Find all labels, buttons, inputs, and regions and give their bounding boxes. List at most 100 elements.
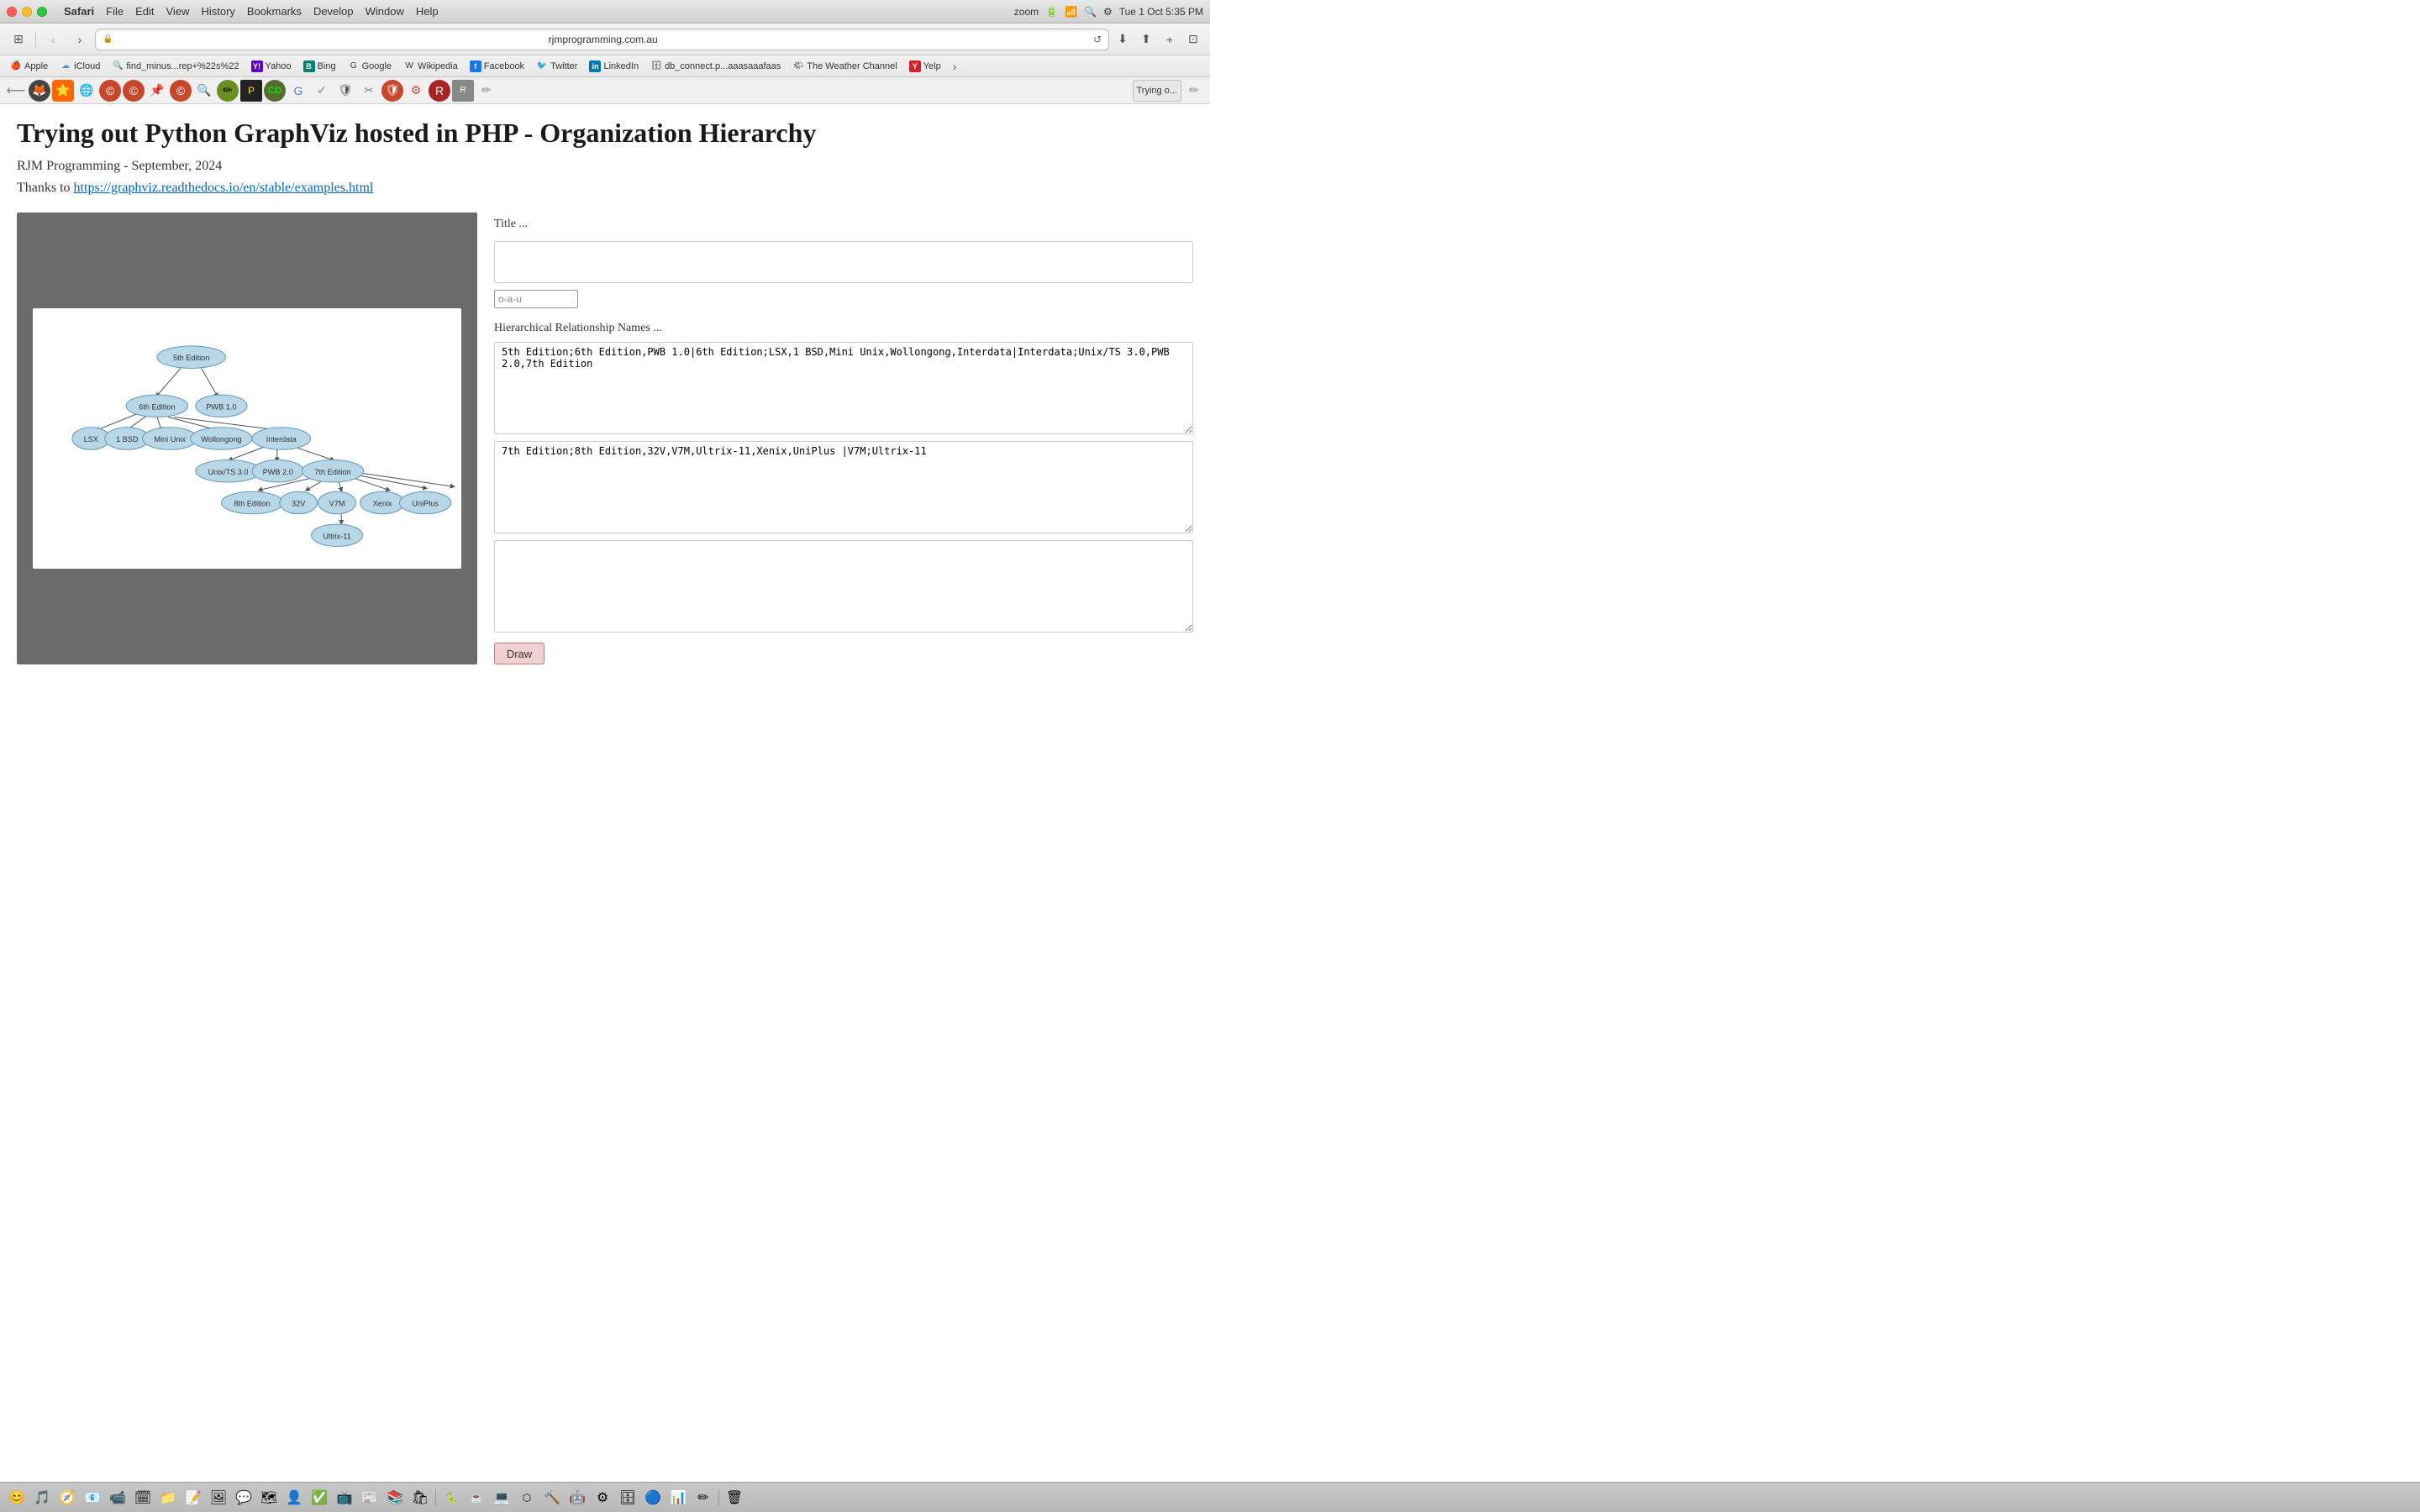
dock-bt[interactable]: 🔵 xyxy=(641,1486,665,1509)
title-small-input[interactable]: o-a-u xyxy=(494,290,578,308)
bookmark-find[interactable]: 🔍 find_minus...rep+%22s%22 xyxy=(107,59,244,74)
ext-18[interactable]: R xyxy=(429,80,450,102)
ext-9[interactable]: ✏ xyxy=(217,80,239,102)
draw-button[interactable]: Draw xyxy=(494,643,544,664)
dock-python[interactable]: 🐍 xyxy=(439,1486,463,1509)
bookmark-yahoo[interactable]: Y! Yahoo xyxy=(246,59,297,74)
ext-20[interactable]: ✏ xyxy=(476,80,497,102)
dock-reminders[interactable]: ✅ xyxy=(308,1486,331,1509)
menu-window[interactable]: Window xyxy=(366,5,404,18)
menu-bookmarks[interactable]: Bookmarks xyxy=(247,5,302,18)
bookmark-linkedin[interactable]: in LinkedIn xyxy=(584,59,644,74)
dock-appstore[interactable]: 🛍 xyxy=(408,1486,432,1509)
hier-textarea-2[interactable] xyxy=(494,441,1193,533)
bookmark-apple[interactable]: 🍎 Apple xyxy=(5,59,53,74)
dock-files[interactable]: 📁 xyxy=(156,1486,180,1509)
dock-java[interactable]: ☕ xyxy=(465,1486,488,1509)
forward-button[interactable]: › xyxy=(68,28,92,51)
menu-view[interactable]: View xyxy=(166,5,190,18)
dock-safari[interactable]: 🧭 xyxy=(55,1486,79,1509)
ext-2[interactable]: ⭐ xyxy=(52,80,74,102)
ext-19[interactable]: R xyxy=(452,80,474,102)
close-button[interactable] xyxy=(7,7,17,17)
bookmark-icloud[interactable]: ☁ iCloud xyxy=(55,59,105,74)
dock-tv[interactable]: 📺 xyxy=(333,1486,356,1509)
dock-mail[interactable]: 📧 xyxy=(81,1486,104,1509)
dock-terminal[interactable]: 💻 xyxy=(490,1486,513,1509)
reload-icon[interactable]: ↺ xyxy=(1093,34,1102,45)
ext-14[interactable]: 🛡 xyxy=(334,80,356,102)
dock-android[interactable]: 🤖 xyxy=(566,1486,589,1509)
dock-db[interactable]: 🗄 xyxy=(616,1486,639,1509)
dock-finder[interactable]: 😊 xyxy=(5,1486,29,1509)
ext-page-label[interactable]: Trying o... xyxy=(1133,80,1182,102)
dock-settings[interactable]: ⚙ xyxy=(591,1486,614,1509)
bookmarks-more-button[interactable]: › xyxy=(950,58,960,75)
ext-3[interactable]: 🌐 xyxy=(76,80,97,102)
menu-develop[interactable]: Develop xyxy=(313,5,354,18)
dock-calendar[interactable]: 🗓 xyxy=(131,1486,155,1509)
dock-trash[interactable]: 🗑 xyxy=(723,1486,746,1509)
tabs-button[interactable]: ⊡ xyxy=(1183,29,1203,50)
dock-dash[interactable]: 📊 xyxy=(666,1486,690,1509)
ext-5[interactable]: © xyxy=(123,80,145,102)
dock-maps[interactable]: 🗺 xyxy=(257,1486,281,1509)
dock-photos[interactable]: 🖼 xyxy=(207,1486,230,1509)
menu-file[interactable]: File xyxy=(106,5,124,18)
bookmark-facebook-label: Facebook xyxy=(484,61,524,71)
bookmark-bing[interactable]: B Bing xyxy=(298,59,341,74)
menu-help[interactable]: Help xyxy=(416,5,439,18)
dock-editor[interactable]: ✏ xyxy=(692,1486,715,1509)
ext-12[interactable]: G xyxy=(287,80,309,102)
dock-news[interactable]: 📰 xyxy=(358,1486,381,1509)
thanks-link[interactable]: https://graphviz.readthedocs.io/en/stabl… xyxy=(74,181,374,195)
url-text[interactable]: rjmprogramming.com.au xyxy=(116,34,1089,45)
dock-contacts[interactable]: 👤 xyxy=(282,1486,306,1509)
ext-last[interactable]: ✏ xyxy=(1183,80,1205,102)
ext-1[interactable]: 🦊 xyxy=(29,80,50,102)
newtab-button[interactable]: + xyxy=(1160,29,1180,50)
ext-8[interactable]: 🔍 xyxy=(193,80,215,102)
bookmark-weather[interactable]: 🌤 The Weather Channel xyxy=(787,59,902,74)
dock-facetime[interactable]: 📹 xyxy=(106,1486,129,1509)
dock-notes[interactable]: 📝 xyxy=(182,1486,205,1509)
sidebar-toggle[interactable]: ⊞ xyxy=(7,28,30,51)
bookmark-google[interactable]: G Google xyxy=(343,59,397,74)
address-bar[interactable]: 🔒 rjmprogramming.com.au ↺ xyxy=(95,29,1109,50)
ext-6[interactable]: 📌 xyxy=(146,80,168,102)
bookmark-facebook[interactable]: f Facebook xyxy=(465,59,529,74)
dock-books[interactable]: 📚 xyxy=(383,1486,407,1509)
ext-10[interactable]: P xyxy=(240,80,262,102)
bookmark-yelp[interactable]: Y Yelp xyxy=(904,59,946,74)
menu-safari[interactable]: Safari xyxy=(64,5,94,18)
dock-messages[interactable]: 💬 xyxy=(232,1486,255,1509)
ext-11[interactable]: CD xyxy=(264,80,286,102)
dock-music[interactable]: 🎵 xyxy=(30,1486,54,1509)
menu-history[interactable]: History xyxy=(201,5,234,18)
battery-icon: 🔋 xyxy=(1045,6,1058,18)
dock-xcode[interactable]: 🔨 xyxy=(540,1486,564,1509)
maximize-button[interactable] xyxy=(37,7,47,17)
title-textarea[interactable] xyxy=(494,241,1193,283)
bookmark-twitter[interactable]: 🐦 Twitter xyxy=(531,59,582,74)
ext-back[interactable]: ⟵ xyxy=(5,80,27,102)
dock-vscode[interactable]: ⬡ xyxy=(515,1486,539,1509)
search-icon[interactable]: 🔍 xyxy=(1084,6,1097,18)
menu-edit[interactable]: Edit xyxy=(135,5,154,18)
back-button[interactable]: ‹ xyxy=(41,28,65,51)
hier-textarea-3[interactable] xyxy=(494,540,1193,633)
node-ultrix11: Ultrix-11 xyxy=(312,524,363,547)
ext-16[interactable]: 🛡 xyxy=(381,80,403,102)
share-button[interactable]: ⬆ xyxy=(1136,29,1156,50)
minimize-button[interactable] xyxy=(22,7,32,17)
ext-15[interactable]: ✂ xyxy=(358,80,380,102)
ext-7[interactable]: © xyxy=(170,80,192,102)
bookmark-wikipedia[interactable]: W Wikipedia xyxy=(398,59,463,74)
ext-4[interactable]: © xyxy=(99,80,121,102)
ext-13[interactable]: ✓ xyxy=(311,80,333,102)
hier-textarea-1[interactable] xyxy=(494,342,1193,434)
bookmark-db[interactable]: 🗄 db_connect.p...aaasaaafaas xyxy=(645,59,786,74)
ext-17[interactable]: ⚙ xyxy=(405,80,427,102)
download-button[interactable]: ⬇ xyxy=(1113,29,1133,50)
control-center-icon[interactable]: ⚙ xyxy=(1103,6,1113,18)
